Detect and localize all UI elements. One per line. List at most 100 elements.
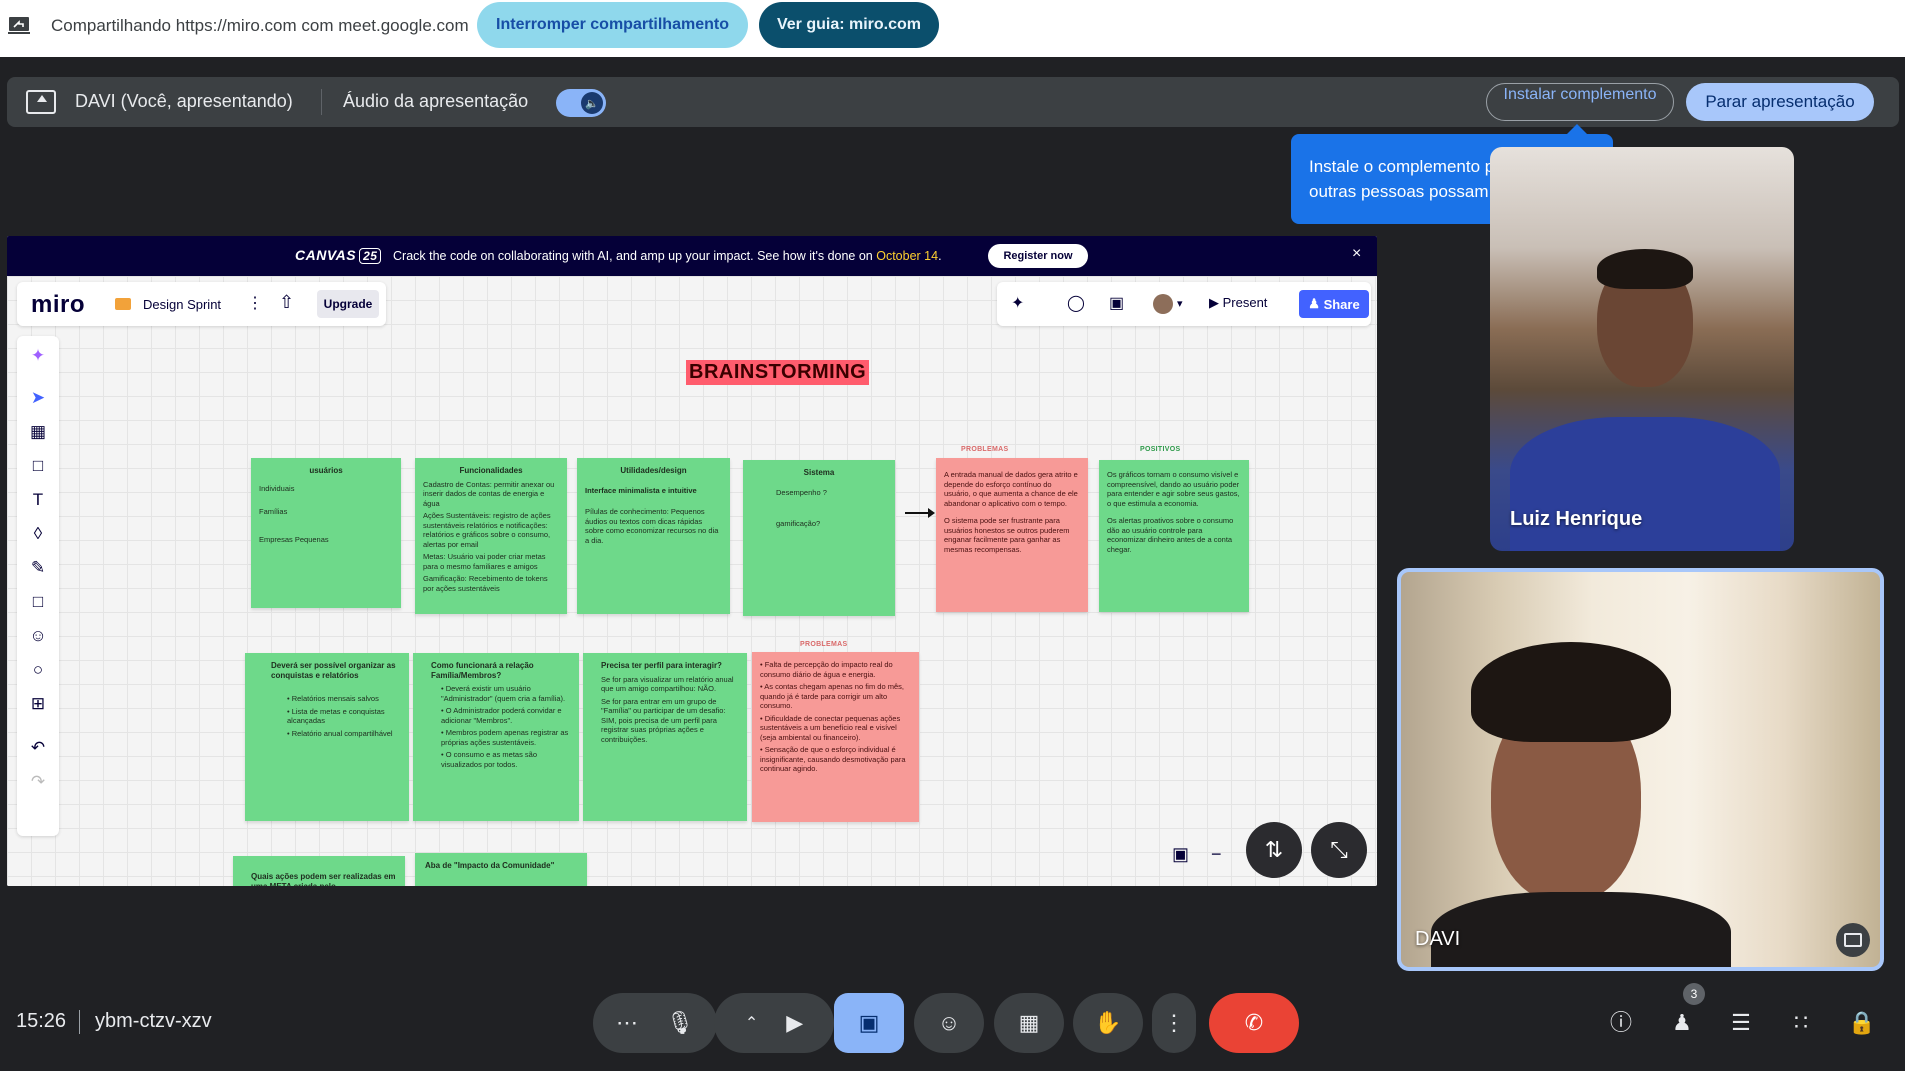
video-call-icon[interactable]: ▣ [1109,293,1124,313]
sticky-note[interactable]: Sistema Desempenho ? gamificação? [743,460,895,616]
present-screen-icon [26,90,56,114]
miro-logo[interactable]: miro [31,291,85,319]
shared-screen-miro: CANVAS 25 Crack the code on collaborating… [7,236,1377,886]
host-controls-icon[interactable]: 🔒 [1846,1007,1878,1039]
install-addon-button[interactable]: Instalar complemento [1486,83,1674,121]
speaker-icon: 🔈 [581,92,603,114]
frame-icon[interactable]: □ [28,592,48,612]
people-icon[interactable]: ♟ [1666,1007,1698,1039]
view-tab-button[interactable]: Ver guia: miro.com [759,2,939,48]
emoji-button[interactable]: ☺ [914,993,984,1053]
ai-sparkle-icon[interactable]: ✦ [28,346,48,366]
presentation-bar: DAVI (Você, apresentando) Áudio da apres… [7,77,1899,127]
raise-hand-button[interactable]: ✋ [1073,993,1143,1053]
miro-collab-toolbar: ✦ ◯ ▣ ▾ ▶ Present ♟ Share [997,282,1371,326]
present-screen-button[interactable]: ▣ [834,993,904,1053]
sticker-icon[interactable]: ☺ [28,626,48,646]
flow-arrow [905,508,935,518]
camera-controls: ⌃ ▶ [714,993,834,1053]
more-options-icon[interactable]: ⋯ [616,1010,638,1036]
sticky-note[interactable]: Utilidades/design Interface minimalista … [577,458,730,614]
miro-toolbar: ✦ ➤ ▦ □ T ◊ ✎ □ ☺ ○ ⊞ ↶ ↷ [17,336,59,836]
fit-screen-icon[interactable]: ▣ [1172,844,1189,865]
export-icon[interactable]: ⇧ [279,292,294,313]
sticky-note[interactable]: Aba de "Impacto da Comunidade" [415,853,587,886]
shapes-icon[interactable]: ◊ [28,524,48,544]
templates-icon[interactable]: ▦ [28,422,48,442]
add-more-icon[interactable]: ⊞ [28,694,48,714]
chat-icon[interactable]: ☰ [1725,1007,1757,1039]
move-up-icon[interactable]: ⇅ [1246,822,1302,878]
comment-icon[interactable]: ○ [28,660,48,680]
select-cursor-icon[interactable]: ➤ [28,388,48,408]
zoom-out-icon[interactable]: − [1211,844,1222,865]
camera-icon[interactable]: ▶ [786,1010,803,1036]
stop-presenting-button[interactable]: Parar apresentação [1686,83,1874,121]
share-button[interactable]: ♟ Share [1299,290,1369,318]
sticky-note[interactable]: Como funcionará a relação Família/Membro… [413,653,579,821]
miro-promo-banner: CANVAS 25 Crack the code on collaborating… [7,236,1377,276]
presentation-audio-toggle[interactable]: 🔈 [556,89,606,117]
activities-icon[interactable]: ∷ [1785,1007,1817,1039]
category-label: POSITIVOS [1140,446,1181,453]
redo-icon[interactable]: ↷ [28,772,48,792]
pen-icon[interactable]: ✎ [28,558,48,578]
more-options-icon[interactable]: ⋮ [247,293,263,313]
divider [79,1010,80,1034]
participant-hair [1597,249,1693,289]
promo-message: Crack the code on collaborating with AI,… [393,249,942,263]
register-now-button[interactable]: Register now [988,244,1088,268]
sticky-note[interactable]: usuários Individuais Famílias Empresas P… [251,458,401,608]
canvas-logo: CANVAS 25 [295,247,382,264]
upgrade-button[interactable]: Upgrade [317,290,379,318]
fullscreen-icon[interactable]: ⤡ [1311,822,1367,878]
sticky-note[interactable]: A entrada manual de dados gera atrito e … [936,458,1088,612]
more-options-button[interactable]: ⋮ [1152,993,1196,1053]
sticky-note[interactable]: Quais ações podem ser realizadas em uma … [233,856,405,886]
participant-tile-self[interactable]: DAVI [1397,568,1884,971]
miro-board-header: miro Design Sprint ⋮ ⇧ Upgrade [17,282,386,326]
presenter-name: DAVI (Você, apresentando) [75,91,293,111]
text-tool-icon[interactable]: T [28,490,48,510]
hand-icon: ✋ [1094,1010,1122,1035]
sticky-note[interactable]: Funcionalidades Cadastro de Contas: perm… [415,458,567,614]
clock: 15:26 [16,1010,67,1032]
sticky-note[interactable]: Precisa ter perfil para interagir? Se fo… [583,653,747,821]
stop-sharing-button[interactable]: Interromper compartilhamento [477,2,748,48]
divider [321,89,322,115]
chevron-up-icon[interactable]: ⌃ [745,1013,758,1033]
board-title: BRAINSTORMING [686,360,870,385]
info-icon[interactable]: ⓘ [1605,1007,1637,1039]
sticky-note[interactable]: Deverá ser possível organizar as conquis… [245,653,409,821]
screen-share-bar: Compartilhando https://miro.com com meet… [0,0,1905,57]
chevron-down-icon[interactable]: ▾ [1177,297,1183,310]
reactions-icon[interactable]: ✦ [1011,293,1024,313]
folder-icon [115,298,131,310]
present-icon: ▣ [858,1010,880,1035]
captions-icon: ▦ [1018,1010,1040,1035]
participant-count-badge: 3 [1683,983,1705,1005]
microphone-icon[interactable]: 🎙 [666,1010,694,1036]
close-banner-icon[interactable]: × [1352,245,1361,263]
chat-icon[interactable]: ◯ [1067,293,1085,313]
participant-tile-luiz[interactable]: Luiz Henrique [1490,147,1794,551]
screen-share-icon [8,17,30,34]
pip-icon[interactable] [1836,923,1870,957]
sticky-note[interactable]: • Falta de percepção do impacto real do … [752,652,919,822]
captions-button[interactable]: ▦ [994,993,1064,1053]
board-name[interactable]: Design Sprint [143,297,221,312]
participant-name: Luiz Henrique [1510,508,1643,530]
self-shirt [1431,892,1731,967]
more-audio-options: ⋯ 🎙 [593,993,717,1053]
sticky-note[interactable]: Os gráficos tornam o consumo visível e c… [1099,460,1249,612]
vertical-dots-icon: ⋮ [1163,1010,1185,1035]
present-button[interactable]: ▶ Present [1209,295,1267,311]
self-hair [1471,642,1671,742]
avatar[interactable] [1153,294,1173,314]
undo-icon[interactable]: ↶ [28,738,48,758]
hang-up-icon: ✆ [1244,1010,1264,1035]
category-label: PROBLEMAS [800,641,848,648]
sticky-note-icon[interactable]: □ [28,456,48,476]
leave-call-button[interactable]: ✆ [1209,993,1299,1053]
presentation-audio-label: Áudio da apresentação [343,91,529,111]
